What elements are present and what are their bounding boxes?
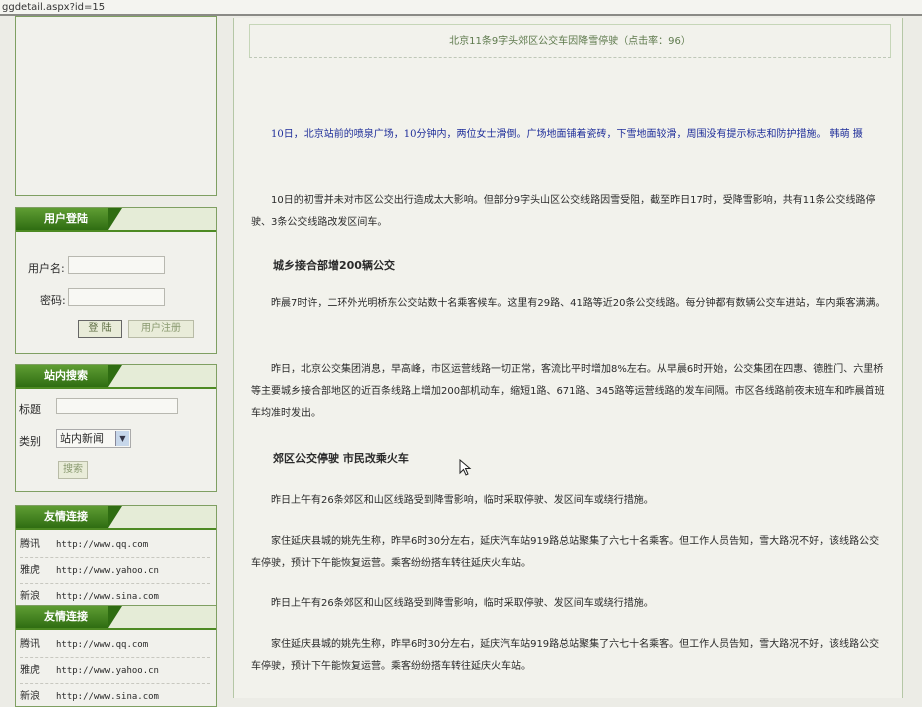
login-button[interactable]: 登 陆: [78, 320, 122, 338]
photo-caption: 10日，北京站前的喷泉广场，10分钟内，两位女士滑倒。广场地面铺着瓷砖，下雪地面…: [271, 129, 863, 140]
link-url[interactable]: http://www.sina.com: [56, 592, 159, 602]
left-sidebar: 用户登陆 用户名: 密码: 登 陆 用户注册 站内搜索 标题 类别 站内新闻 ▼…: [0, 16, 228, 707]
mouse-pointer-icon: [459, 458, 473, 481]
category-select[interactable]: 站内新闻 ▼: [56, 429, 131, 448]
links-panel-1-header: 友情连接: [16, 506, 216, 530]
link-name: 雅虎: [20, 665, 40, 676]
article-paragraph: 家住延庆县城的姚先生称，昨早6时30分左右，延庆汽车站919路总站聚集了六七十名…: [251, 536, 880, 569]
link-row[interactable]: 腾讯 http://www.qq.com: [20, 533, 210, 558]
search-category-label: 类别: [19, 435, 41, 448]
link-url[interactable]: http://www.sina.com: [56, 692, 159, 702]
link-name: 腾讯: [20, 539, 40, 550]
search-panel-title: 站内搜索: [16, 365, 122, 387]
username-label: 用户名:: [28, 262, 65, 275]
site-search-panel: 站内搜索 标题 类别 站内新闻 ▼ 搜索: [15, 364, 217, 492]
search-panel-header: 站内搜索: [16, 365, 216, 389]
article-paragraph: 昨日，北京公交集团消息，早高峰，市区运营线路一切正常，客流比平时增加8%左右。从…: [251, 364, 885, 419]
search-title-input[interactable]: [56, 398, 178, 414]
link-row[interactable]: 新浪 http://www.sina.com: [20, 685, 210, 706]
article-paragraph: 10日的初雪并未对市区公交出行造成太大影响。但部分9字头山区公交线路因雪受阻，截…: [251, 195, 876, 228]
links-panel-1-title: 友情连接: [16, 506, 122, 528]
link-row[interactable]: 雅虎 http://www.yahoo.cn: [20, 559, 210, 584]
links-panel-2-title: 友情连接: [16, 606, 122, 628]
article-paragraph: 昨日上午有26条郊区和山区线路受到降雪影响，临时采取停驶、发区间车或绕行措施。: [271, 598, 654, 609]
search-title-label: 标题: [19, 403, 41, 416]
article-paragraph: 家住延庆县城的姚先生称，昨早6时30分左右，延庆汽车站919路总站聚集了六七十名…: [251, 639, 880, 672]
search-button[interactable]: 搜索: [58, 461, 88, 479]
password-label: 密码:: [40, 294, 66, 307]
link-name: 新浪: [20, 691, 40, 702]
friend-links-panel-2: 友情连接 腾讯 http://www.qq.com 雅虎 http://www.ya…: [15, 605, 217, 707]
category-select-value: 站内新闻: [60, 432, 104, 445]
login-panel-header: 用户登陆: [16, 208, 216, 232]
article-paragraph: 昨日上午有26条郊区和山区线路受到降雪影响，临时采取停驶、发区间车或绕行措施。: [271, 495, 654, 506]
username-input[interactable]: [68, 256, 165, 274]
article-subheading: 郊区公交停驶 市民改乘火车: [273, 452, 409, 465]
link-url[interactable]: http://www.qq.com: [56, 640, 148, 650]
register-button[interactable]: 用户注册: [128, 320, 194, 338]
article-title: 北京11条9字头郊区公交车因降雪停驶（点击率：96）: [249, 24, 891, 58]
link-row[interactable]: 雅虎 http://www.yahoo.cn: [20, 659, 210, 684]
chevron-down-icon[interactable]: ▼: [115, 431, 129, 446]
link-name: 新浪: [20, 591, 40, 602]
password-input[interactable]: [68, 288, 165, 306]
login-panel-title: 用户登陆: [16, 208, 122, 230]
article-paragraph: 昨晨7时许，二环外光明桥东公交站数十名乘客候车。这里有29路、41路等近20条公…: [271, 298, 886, 309]
friend-links-panel-1: 友情连接 腾讯 http://www.qq.com 雅虎 http://www.ya…: [15, 505, 217, 607]
link-row[interactable]: 腾讯 http://www.qq.com: [20, 633, 210, 658]
link-name: 腾讯: [20, 639, 40, 650]
link-name: 雅虎: [20, 565, 40, 576]
article-subheading: 城乡接合部增200辆公交: [273, 259, 395, 272]
top-empty-panel: [15, 16, 217, 196]
link-url[interactable]: http://www.yahoo.cn: [56, 666, 159, 676]
links-panel-2-header: 友情连接: [16, 606, 216, 630]
url-text: ggdetail.aspx?id=15: [2, 2, 106, 13]
link-row[interactable]: 新浪 http://www.sina.com: [20, 585, 210, 606]
article-panel: 北京11条9字头郊区公交车因降雪停驶（点击率：96） 10日，北京站前的喷泉广场…: [233, 18, 903, 698]
link-url[interactable]: http://www.qq.com: [56, 540, 148, 550]
login-panel: 用户登陆 用户名: 密码: 登 陆 用户注册: [15, 207, 217, 354]
address-bar[interactable]: ggdetail.aspx?id=15: [0, 0, 922, 16]
link-url[interactable]: http://www.yahoo.cn: [56, 566, 159, 576]
